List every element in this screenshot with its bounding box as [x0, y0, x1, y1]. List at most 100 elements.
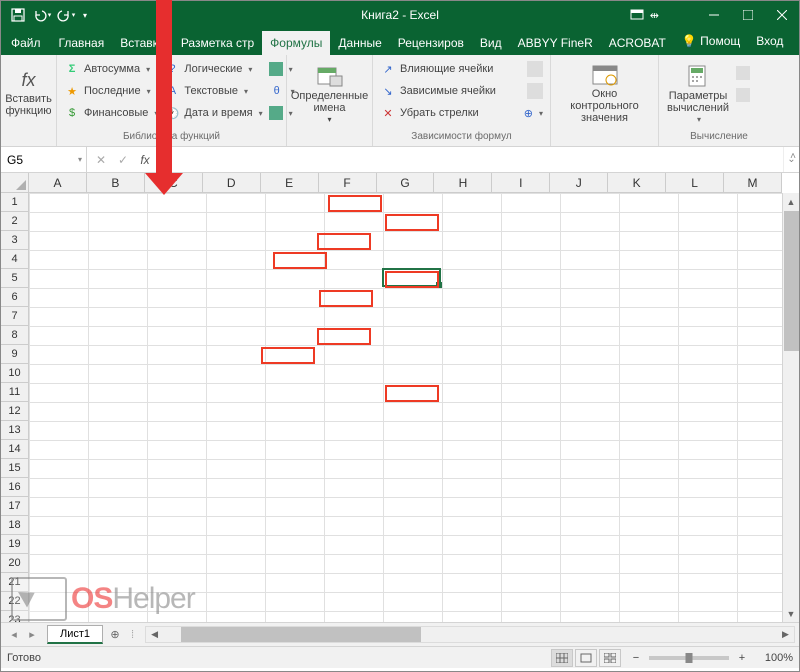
col-header-A[interactable]: A: [29, 173, 87, 192]
row-header-6[interactable]: 6: [1, 288, 28, 307]
undo-button[interactable]: ▾: [31, 3, 53, 27]
financial-button[interactable]: $Финансовые: [61, 102, 161, 124]
maximize-button[interactable]: [731, 1, 765, 29]
row-header-20[interactable]: 20: [1, 554, 28, 573]
trace-precedents-button[interactable]: ↗Влияющие ячейки: [377, 58, 546, 80]
redo-button[interactable]: ▾: [55, 3, 77, 27]
select-all-button[interactable]: [1, 173, 29, 193]
collapse-ribbon-button[interactable]: ˄: [790, 151, 796, 162]
name-box[interactable]: G5: [1, 147, 87, 172]
row-header-3[interactable]: 3: [1, 231, 28, 250]
add-sheet-button[interactable]: ⊕: [105, 625, 125, 645]
formula-input[interactable]: [159, 147, 783, 172]
sheet-nav-prev[interactable]: ◂: [5, 628, 23, 641]
remove-arrows-button[interactable]: ✕Убрать стрелки⊕: [377, 102, 546, 124]
enter-formula-button[interactable]: ✓: [113, 150, 133, 170]
col-header-I[interactable]: I: [492, 173, 550, 192]
row-header-9[interactable]: 9: [1, 345, 28, 364]
file-tab[interactable]: Файл: [1, 31, 51, 55]
cells-area[interactable]: [29, 193, 782, 622]
scroll-up-button[interactable]: ▲: [783, 193, 799, 210]
row-header-21[interactable]: 21: [1, 573, 28, 592]
tab-view[interactable]: Вид: [472, 31, 510, 55]
text-button[interactable]: AТекстовые: [161, 80, 265, 102]
error-check-icon[interactable]: [527, 83, 543, 99]
scroll-down-button[interactable]: ▼: [783, 605, 799, 622]
col-header-L[interactable]: L: [666, 173, 724, 192]
row-header-8[interactable]: 8: [1, 326, 28, 345]
row-header-1[interactable]: 1: [1, 193, 28, 212]
row-header-14[interactable]: 14: [1, 440, 28, 459]
tab-acrobat[interactable]: ACROBAT: [601, 31, 674, 55]
calc-sheet-button[interactable]: [733, 84, 753, 106]
col-header-J[interactable]: J: [550, 173, 608, 192]
save-button[interactable]: [7, 3, 29, 27]
zoom-level[interactable]: 100%: [755, 652, 793, 664]
row-header-2[interactable]: 2: [1, 212, 28, 231]
row-header-7[interactable]: 7: [1, 307, 28, 326]
col-header-H[interactable]: H: [434, 173, 492, 192]
ribbon-options-icon[interactable]: [630, 9, 644, 21]
zoom-out-button[interactable]: −: [629, 652, 643, 664]
row-header-4[interactable]: 4: [1, 250, 28, 269]
tab-abbyy[interactable]: ABBYY FineR: [510, 31, 601, 55]
datetime-button[interactable]: 🕐Дата и время: [161, 102, 265, 124]
insert-function-button[interactable]: fx Вставить функцию: [5, 58, 52, 130]
col-header-E[interactable]: E: [261, 173, 319, 192]
tab-home[interactable]: Главная: [51, 31, 113, 55]
tell-me[interactable]: 💡 Помощ: [674, 29, 748, 53]
row-header-10[interactable]: 10: [1, 364, 28, 383]
show-formulas-icon[interactable]: [527, 61, 543, 77]
row-header-17[interactable]: 17: [1, 497, 28, 516]
row-header-19[interactable]: 19: [1, 535, 28, 554]
scroll-right-button[interactable]: ▶: [777, 629, 794, 640]
row-header-5[interactable]: 5: [1, 269, 28, 288]
tab-page-layout[interactable]: Разметка стр: [173, 31, 262, 55]
tab-review[interactable]: Рецензиров: [390, 31, 472, 55]
tab-formulas[interactable]: Формулы: [262, 31, 330, 55]
col-header-C[interactable]: C: [145, 173, 203, 192]
col-header-K[interactable]: K: [608, 173, 666, 192]
sheet-nav-next[interactable]: ▸: [23, 628, 41, 641]
horizontal-scrollbar[interactable]: ◀ ▶: [145, 626, 795, 643]
evaluate-icon[interactable]: ⊕: [524, 107, 533, 120]
fx-button[interactable]: fx: [135, 150, 155, 170]
zoom-slider[interactable]: [649, 656, 729, 660]
sheet-tab[interactable]: Лист1: [47, 625, 103, 644]
qat-customize[interactable]: ▾: [79, 3, 91, 27]
autosum-button[interactable]: ΣАвтосумма: [61, 58, 161, 80]
logical-button[interactable]: ?Логические: [161, 58, 265, 80]
row-header-11[interactable]: 11: [1, 383, 28, 402]
page-break-view-button[interactable]: [599, 649, 621, 667]
close-button[interactable]: [765, 1, 799, 29]
col-header-M[interactable]: M: [724, 173, 782, 192]
cancel-formula-button[interactable]: ✕: [91, 150, 111, 170]
vertical-scrollbar[interactable]: ▲ ▼: [782, 193, 799, 622]
row-header-12[interactable]: 12: [1, 402, 28, 421]
minimize-button[interactable]: [697, 1, 731, 29]
calc-options-button[interactable]: Параметры вычислений: [663, 58, 733, 130]
sign-in[interactable]: Вход: [748, 29, 791, 53]
tab-data[interactable]: Данные: [330, 31, 389, 55]
row-header-13[interactable]: 13: [1, 421, 28, 440]
normal-view-button[interactable]: [551, 649, 573, 667]
zoom-in-button[interactable]: +: [735, 652, 749, 664]
touch-mode-icon[interactable]: ⇹: [650, 9, 659, 22]
calc-now-button[interactable]: [733, 62, 753, 84]
row-header-23[interactable]: 23: [1, 611, 28, 622]
row-header-22[interactable]: 22: [1, 592, 28, 611]
share-button[interactable]: Общий доступ: [791, 27, 800, 55]
tab-insert[interactable]: Вставка: [112, 31, 173, 55]
row-header-16[interactable]: 16: [1, 478, 28, 497]
trace-dependents-button[interactable]: ↘Зависимые ячейки: [377, 80, 546, 102]
watch-window-button[interactable]: Окно контрольного значения: [555, 58, 654, 130]
page-layout-view-button[interactable]: [575, 649, 597, 667]
scroll-left-button[interactable]: ◀: [146, 629, 163, 640]
col-header-D[interactable]: D: [203, 173, 261, 192]
row-header-18[interactable]: 18: [1, 516, 28, 535]
name-manager-button[interactable]: Определенные имена ▾: [291, 58, 368, 130]
col-header-B[interactable]: B: [87, 173, 145, 192]
col-header-F[interactable]: F: [319, 173, 377, 192]
recent-button[interactable]: ★Последние: [61, 80, 161, 102]
row-header-15[interactable]: 15: [1, 459, 28, 478]
